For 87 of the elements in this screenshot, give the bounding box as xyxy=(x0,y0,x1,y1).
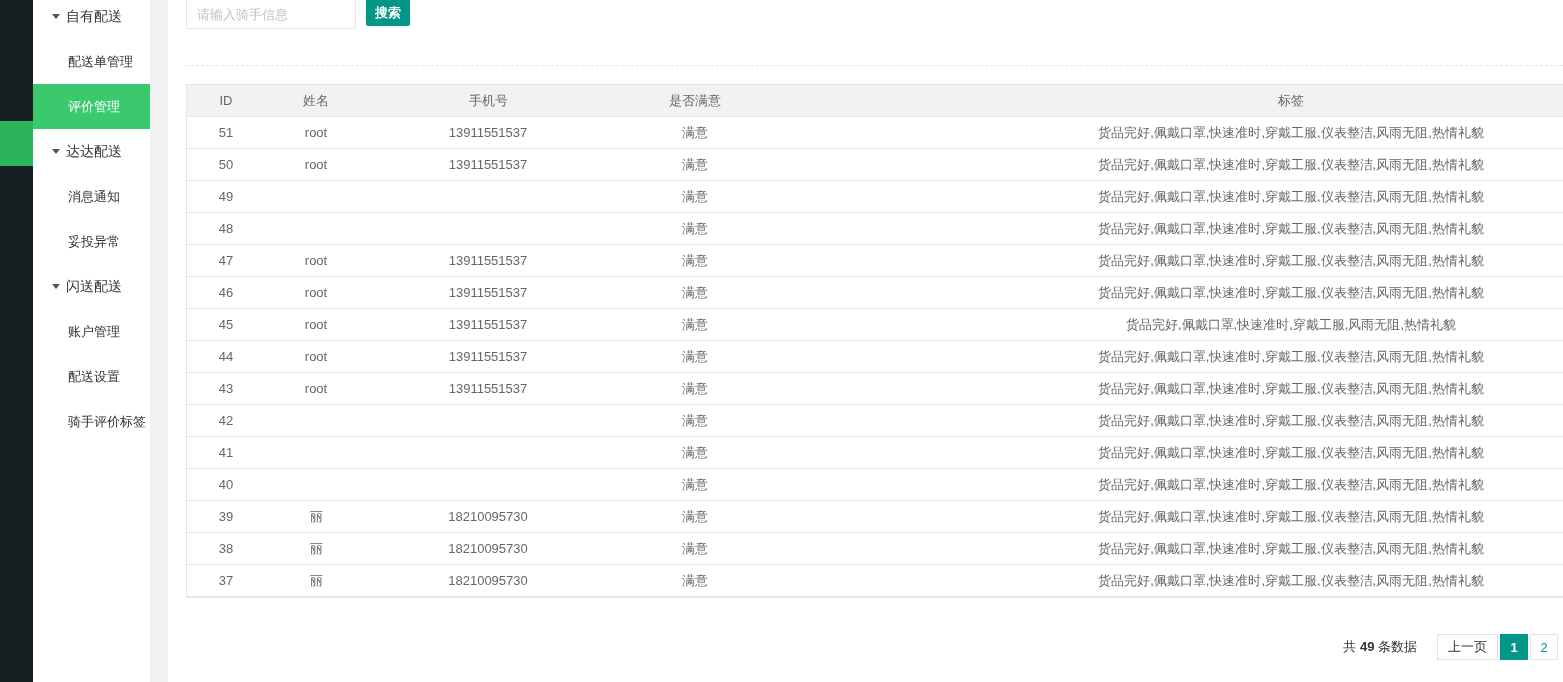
table-cell: 满意 xyxy=(682,412,708,428)
column-header: 标签 xyxy=(1277,91,1305,110)
table-cell: 满意 xyxy=(682,572,708,588)
total-count: 共 49 条数据 xyxy=(1343,638,1417,656)
caret-icon xyxy=(52,284,60,289)
table-cell: 43 xyxy=(218,381,234,396)
table-cell: root xyxy=(304,285,328,300)
table-cell: 货品完好,佩戴口罩,快速准时,穿戴工服,仪表整洁,风雨无阻,热情礼貌 xyxy=(1098,220,1484,236)
menu-item[interactable]: 账户管理 xyxy=(33,309,150,354)
table-cell: 13911551537 xyxy=(448,317,528,332)
menu-item[interactable]: 消息通知 xyxy=(33,174,150,219)
table-cell: 18210095730 xyxy=(448,509,528,524)
table-cell: 13911551537 xyxy=(448,253,528,268)
table-cell: 44 xyxy=(218,349,234,364)
table-cell: 46 xyxy=(218,285,234,300)
table-cell: 满意 xyxy=(682,348,708,364)
table-cell: root xyxy=(304,381,328,396)
table-cell: 37 xyxy=(218,573,234,588)
table-cell: 45 xyxy=(218,317,234,332)
table-cell: 满意 xyxy=(682,284,708,300)
table-cell: root xyxy=(304,349,328,364)
table-cell: 18210095730 xyxy=(448,573,528,588)
table-cell: 13911551537 xyxy=(448,349,528,364)
caret-icon xyxy=(52,149,60,154)
menu-item[interactable]: 骑手评价标签 xyxy=(33,399,150,444)
table-cell: 满意 xyxy=(682,188,708,204)
table-cell: 13911551537 xyxy=(448,125,528,140)
table-cell: 满意 xyxy=(682,380,708,396)
table-cell: 丽 xyxy=(309,508,323,524)
table-cell: 货品完好,佩戴口罩,快速准时,穿戴工服,仪表整洁,风雨无阻,热情礼貌 xyxy=(1098,156,1484,172)
table-cell: 13911551537 xyxy=(448,381,528,396)
table-cell: root xyxy=(304,253,328,268)
table-cell: 货品完好,佩戴口罩,快速准时,穿戴工服,仪表整洁,风雨无阻,热情礼貌 xyxy=(1098,380,1484,396)
table-cell: 满意 xyxy=(682,444,708,460)
table-cell: 18210095730 xyxy=(448,541,528,556)
previous-page-button[interactable]: 上一页 xyxy=(1437,634,1498,660)
table-cell: root xyxy=(304,157,328,172)
table-cell: 39 xyxy=(218,509,234,524)
table-cell: 满意 xyxy=(682,540,708,556)
menu-item[interactable]: 配送设置 xyxy=(33,354,150,399)
table-cell: 13911551537 xyxy=(448,285,528,300)
table-cell: 货品完好,佩戴口罩,快速准时,穿戴工服,仪表整洁,风雨无阻,热情礼貌 xyxy=(1098,572,1484,588)
page-button[interactable]: 1 xyxy=(1500,634,1528,660)
caret-icon xyxy=(52,14,60,19)
table-cell: 货品完好,佩戴口罩,快速准时,穿戴工服,仪表整洁,风雨无阻,热情礼貌 xyxy=(1098,508,1484,524)
table-cell: 满意 xyxy=(682,124,708,140)
table-cell: 货品完好,佩戴口罩,快速准时,穿戴工服,仪表整洁,风雨无阻,热情礼貌 xyxy=(1098,540,1484,556)
table-cell: 丽 xyxy=(309,572,323,588)
table-cell: 41 xyxy=(218,445,234,460)
column-header: 是否满意 xyxy=(668,91,722,110)
table-cell: 50 xyxy=(218,157,234,172)
page-button[interactable]: 2 xyxy=(1530,634,1558,660)
table-cell: 货品完好,佩戴口罩,快速准时,穿戴工服,风雨无阻,热情礼貌 xyxy=(1125,316,1457,332)
menu-group[interactable]: 达达配送 xyxy=(33,129,150,174)
table-cell: root xyxy=(304,317,328,332)
table-cell: 48 xyxy=(218,221,234,236)
menu-item[interactable]: 妥投异常 xyxy=(33,219,150,264)
table-cell: 51 xyxy=(218,125,234,140)
table-cell: 货品完好,佩戴口罩,快速准时,穿戴工服,仪表整洁,风雨无阻,热情礼貌 xyxy=(1098,188,1484,204)
column-header: 手机号 xyxy=(467,91,509,110)
table-cell: 满意 xyxy=(682,156,708,172)
table-cell: 49 xyxy=(218,189,234,204)
table-cell: 满意 xyxy=(682,220,708,236)
table-cell: 满意 xyxy=(682,476,708,492)
table-cell: 38 xyxy=(218,541,234,556)
column-header: ID xyxy=(218,93,234,108)
menu-group[interactable]: 闪送配送 xyxy=(33,264,150,309)
table-cell: root xyxy=(304,125,328,140)
table-cell: 货品完好,佩戴口罩,快速准时,穿戴工服,仪表整洁,风雨无阻,热情礼貌 xyxy=(1098,348,1484,364)
table-cell: 满意 xyxy=(682,316,708,332)
table-cell: 13911551537 xyxy=(448,157,528,172)
table-cell: 42 xyxy=(218,413,234,428)
table-cell: 货品完好,佩戴口罩,快速准时,穿戴工服,仪表整洁,风雨无阻,热情礼貌 xyxy=(1098,284,1484,300)
table-cell: 货品完好,佩戴口罩,快速准时,穿戴工服,仪表整洁,风雨无阻,热情礼貌 xyxy=(1098,476,1484,492)
menu-group[interactable]: 自有配送 xyxy=(33,0,150,39)
menu-item[interactable]: 配送单管理 xyxy=(33,39,150,84)
table-cell: 货品完好,佩戴口罩,快速准时,穿戴工服,仪表整洁,风雨无阻,热情礼貌 xyxy=(1098,444,1484,460)
table-cell: 满意 xyxy=(682,508,708,524)
table-cell: 货品完好,佩戴口罩,快速准时,穿戴工服,仪表整洁,风雨无阻,热情礼貌 xyxy=(1098,412,1484,428)
table-cell: 货品完好,佩戴口罩,快速准时,穿戴工服,仪表整洁,风雨无阻,热情礼貌 xyxy=(1098,124,1484,140)
table-cell: 47 xyxy=(218,253,234,268)
search-button[interactable]: 搜索 xyxy=(366,0,410,26)
table-cell: 满意 xyxy=(682,252,708,268)
table-cell: 货品完好,佩戴口罩,快速准时,穿戴工服,仪表整洁,风雨无阻,热情礼貌 xyxy=(1098,252,1484,268)
table-cell: 40 xyxy=(218,477,234,492)
column-header: 姓名 xyxy=(302,91,330,110)
table-cell: 丽 xyxy=(309,540,323,556)
